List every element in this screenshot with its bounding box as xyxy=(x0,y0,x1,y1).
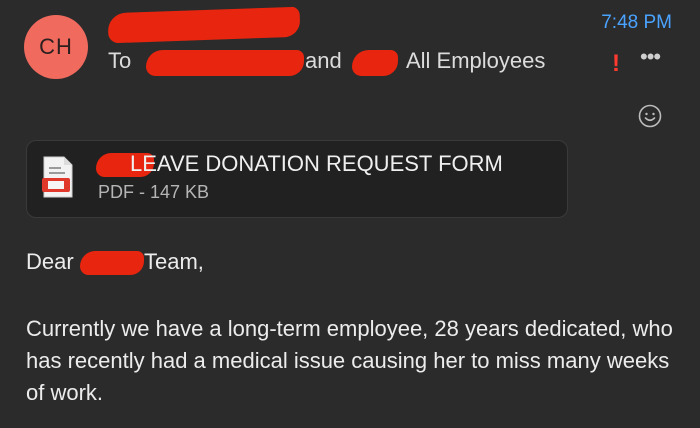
sender-initials: CH xyxy=(39,34,73,59)
pdf-file-icon xyxy=(42,156,73,198)
smiley-reaction-icon[interactable] xyxy=(638,104,662,128)
recipient-all-employees[interactable]: All Employees xyxy=(406,48,545,74)
message-time: 7:48 PM xyxy=(601,12,672,33)
attachment-meta: PDF - 147 KB xyxy=(98,182,210,202)
greeting-start: Dear xyxy=(26,249,74,274)
attachment-title: LEAVE DONATION REQUEST FORM xyxy=(130,151,503,176)
redacted-recipient-1 xyxy=(146,50,304,76)
sender-avatar[interactable]: CH xyxy=(24,15,88,79)
message-body: Currently we have a long-term employee, … xyxy=(26,316,673,405)
redacted-team-name xyxy=(80,251,144,275)
redacted-sender-name xyxy=(107,6,301,44)
high-importance-icon: ! xyxy=(612,50,620,77)
greeting-end: Team, xyxy=(144,249,204,274)
more-options-icon[interactable]: ••• xyxy=(640,44,661,70)
to-label: To xyxy=(108,48,132,73)
and-label: and xyxy=(305,48,342,73)
redacted-recipient-2 xyxy=(352,50,398,76)
